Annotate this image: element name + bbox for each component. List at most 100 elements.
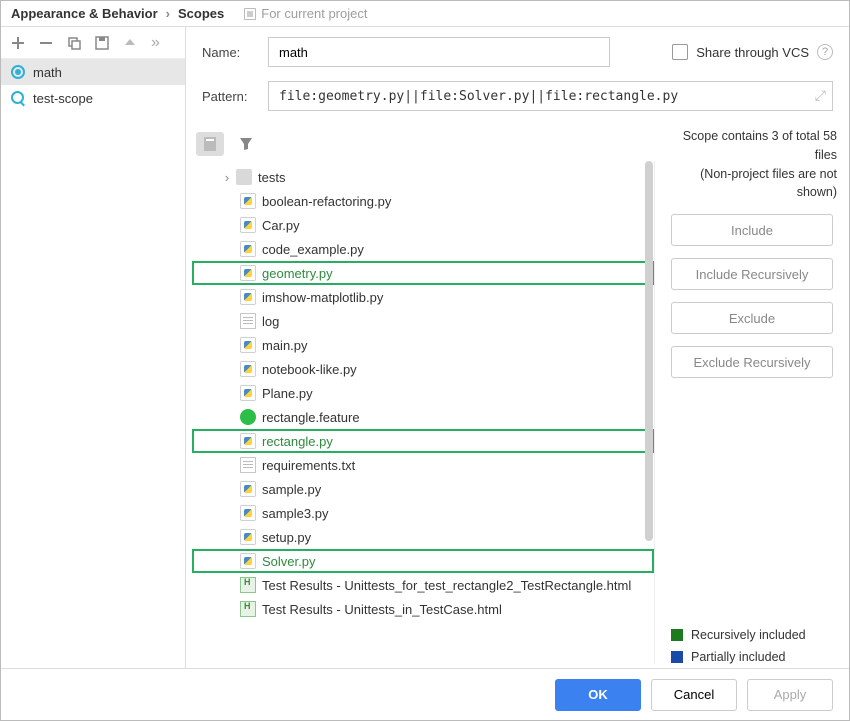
tree-file[interactable]: log [192, 309, 654, 333]
save-icon[interactable] [95, 36, 109, 50]
up-icon[interactable] [123, 36, 137, 50]
py-file-icon [240, 481, 256, 497]
file-name: boolean-refactoring.py [262, 194, 391, 209]
file-name: geometry.py [262, 266, 333, 281]
file-name: code_example.py [262, 242, 364, 257]
scope-list: math test-scope [1, 59, 185, 668]
tree-folder[interactable]: › tests [192, 165, 654, 189]
folder-file-icon [236, 169, 252, 185]
apply-button[interactable]: Apply [747, 679, 833, 711]
file-name: setup.py [262, 530, 311, 545]
pattern-input[interactable]: file:geometry.py||file:Solver.py||file:r… [268, 81, 833, 111]
for-current-project-label: For current project [244, 6, 367, 21]
scope-item-label: math [33, 65, 62, 80]
chevron-right-icon: › [166, 6, 170, 21]
py-file-icon [240, 529, 256, 545]
breadcrumb: Appearance & Behavior › Scopes [1, 6, 234, 21]
file-name: Plane.py [262, 386, 313, 401]
tree-file[interactable]: Car.py [192, 213, 654, 237]
share-vcs-checkbox[interactable] [672, 44, 688, 60]
sidebar-toolbar: » [1, 27, 185, 59]
file-name: log [262, 314, 279, 329]
pattern-label: Pattern: [202, 89, 268, 104]
py-file-icon [240, 433, 256, 449]
exclude-button[interactable]: Exclude [671, 302, 833, 334]
file-name: imshow-matplotlib.py [262, 290, 383, 305]
tree-file[interactable]: main.py [192, 333, 654, 357]
include-button[interactable]: Include [671, 214, 833, 246]
file-name: Solver.py [262, 554, 315, 569]
py-file-icon [240, 265, 256, 281]
exclude-recursively-button[interactable]: Exclude Recursively [671, 346, 833, 378]
copy-icon[interactable] [67, 36, 81, 50]
tree-file[interactable]: setup.py [192, 525, 654, 549]
py-file-icon [240, 337, 256, 353]
scope-item-math[interactable]: math [1, 59, 185, 85]
scope-info: Scope contains 3 of total 58 files (Non-… [671, 127, 837, 202]
project-view-icon[interactable] [196, 132, 224, 156]
legend-recursive-icon [671, 629, 683, 641]
file-name: Test Results - Unittests_for_test_rectan… [262, 578, 631, 593]
file-name: tests [258, 170, 285, 185]
include-recursively-button[interactable]: Include Recursively [671, 258, 833, 290]
ok-button[interactable]: OK [555, 679, 641, 711]
tree-file[interactable]: requirements.txt [192, 453, 654, 477]
feature-file-icon [240, 409, 256, 425]
tree-file[interactable]: Solver.py [192, 549, 654, 573]
py-file-icon [240, 505, 256, 521]
py-file-icon [240, 217, 256, 233]
py-file-icon [240, 241, 256, 257]
html-file-icon [240, 577, 256, 593]
txt-file-icon [240, 457, 256, 473]
file-name: Car.py [262, 218, 300, 233]
add-icon[interactable] [11, 36, 25, 50]
tree-file[interactable]: boolean-refactoring.py [192, 189, 654, 213]
file-tree[interactable]: › tests boolean-refactoring.py Car.py code_e… [192, 161, 655, 664]
breadcrumb-leaf: Scopes [178, 6, 224, 21]
file-name: sample.py [262, 482, 321, 497]
shared-scope-icon [11, 91, 25, 105]
tree-file[interactable]: sample3.py [192, 501, 654, 525]
name-label: Name: [202, 45, 268, 60]
scope-item-test-scope[interactable]: test-scope [1, 85, 185, 111]
file-name: Test Results - Unittests_in_TestCase.htm… [262, 602, 502, 617]
expand-icon[interactable]: ⤢ [815, 88, 826, 104]
txt-file-icon [240, 313, 256, 329]
remove-icon[interactable] [39, 36, 53, 50]
tree-file[interactable]: rectangle.py [192, 429, 654, 453]
name-input[interactable] [268, 37, 610, 67]
more-icon[interactable]: » [151, 34, 157, 52]
breadcrumb-root[interactable]: Appearance & Behavior [11, 6, 158, 21]
project-icon [244, 8, 256, 20]
help-icon[interactable]: ? [817, 44, 833, 60]
file-name: sample3.py [262, 506, 328, 521]
py-file-icon [240, 289, 256, 305]
legend: Recursively included Partially included [671, 620, 833, 664]
py-file-icon [240, 193, 256, 209]
filter-icon[interactable] [238, 136, 254, 152]
py-file-icon [240, 553, 256, 569]
tree-file[interactable]: Test Results - Unittests_in_TestCase.htm… [192, 597, 654, 621]
tree-file[interactable]: Plane.py [192, 381, 654, 405]
tree-file[interactable]: notebook-like.py [192, 357, 654, 381]
cancel-button[interactable]: Cancel [651, 679, 737, 711]
dialog-buttons: OK Cancel Apply [1, 668, 849, 720]
tree-file[interactable]: imshow-matplotlib.py [192, 285, 654, 309]
local-scope-icon [11, 65, 25, 79]
html-file-icon [240, 601, 256, 617]
py-file-icon [240, 361, 256, 377]
chevron-right-icon[interactable]: › [222, 170, 232, 185]
tree-file[interactable]: geometry.py [192, 261, 654, 285]
tree-file[interactable]: Test Results - Unittests_for_test_rectan… [192, 573, 654, 597]
file-name: requirements.txt [262, 458, 355, 473]
tree-file[interactable]: code_example.py [192, 237, 654, 261]
legend-partial-icon [671, 651, 683, 663]
file-name: rectangle.py [262, 434, 333, 449]
share-vcs-label: Share through VCS [696, 45, 809, 60]
file-name: notebook-like.py [262, 362, 357, 377]
tree-file[interactable]: rectangle.feature [192, 405, 654, 429]
file-name: main.py [262, 338, 308, 353]
scrollbar[interactable] [644, 161, 654, 664]
py-file-icon [240, 385, 256, 401]
tree-file[interactable]: sample.py [192, 477, 654, 501]
